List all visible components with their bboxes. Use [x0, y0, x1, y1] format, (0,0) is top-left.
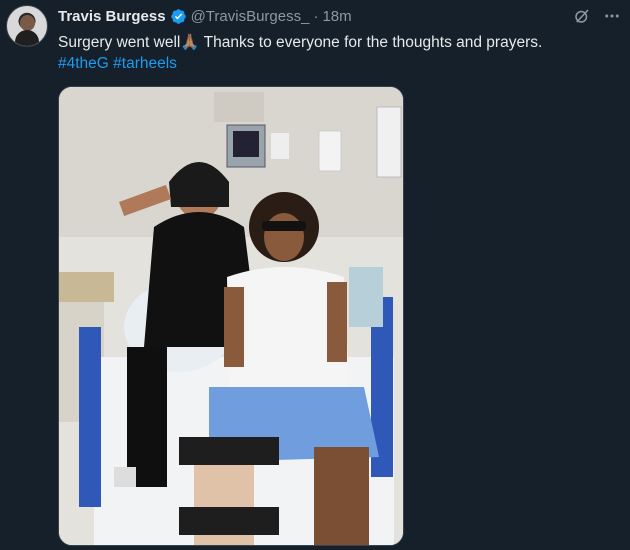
more-icon[interactable]	[602, 6, 622, 26]
tweet-media-photo[interactable]	[58, 86, 404, 546]
hashtags[interactable]: #4theG #tarheels	[58, 53, 618, 74]
photo-illustration	[59, 87, 403, 545]
user-handle[interactable]: @TravisBurgess_	[191, 8, 310, 25]
verified-badge-icon	[170, 8, 186, 24]
display-name[interactable]: Travis Burgess	[58, 8, 166, 25]
praying-hands-emoji: 🙏🏽	[180, 34, 200, 51]
avatar[interactable]	[6, 5, 48, 47]
timestamp[interactable]: 18m	[322, 8, 351, 25]
avatar-body	[15, 30, 39, 46]
tweet-text-main: Surgery went well	[58, 34, 181, 51]
tweet-text-line: Surgery went well🙏🏽 Thanks to everyone f…	[58, 32, 618, 53]
grok-icon[interactable]	[572, 6, 592, 26]
tweet-header: Travis Burgess @TravisBurgess_ · 18m	[58, 6, 352, 26]
avatar-face	[20, 15, 35, 31]
tweet[interactable]: Travis Burgess @TravisBurgess_ · 18m Sur…	[0, 0, 630, 550]
tweet-text-rest: Thanks to everyone for the thoughts and …	[199, 34, 543, 51]
tweet-text: Surgery went well🙏🏽 Thanks to everyone f…	[58, 32, 618, 74]
top-icons	[572, 6, 622, 26]
separator-dot: ·	[313, 7, 319, 25]
